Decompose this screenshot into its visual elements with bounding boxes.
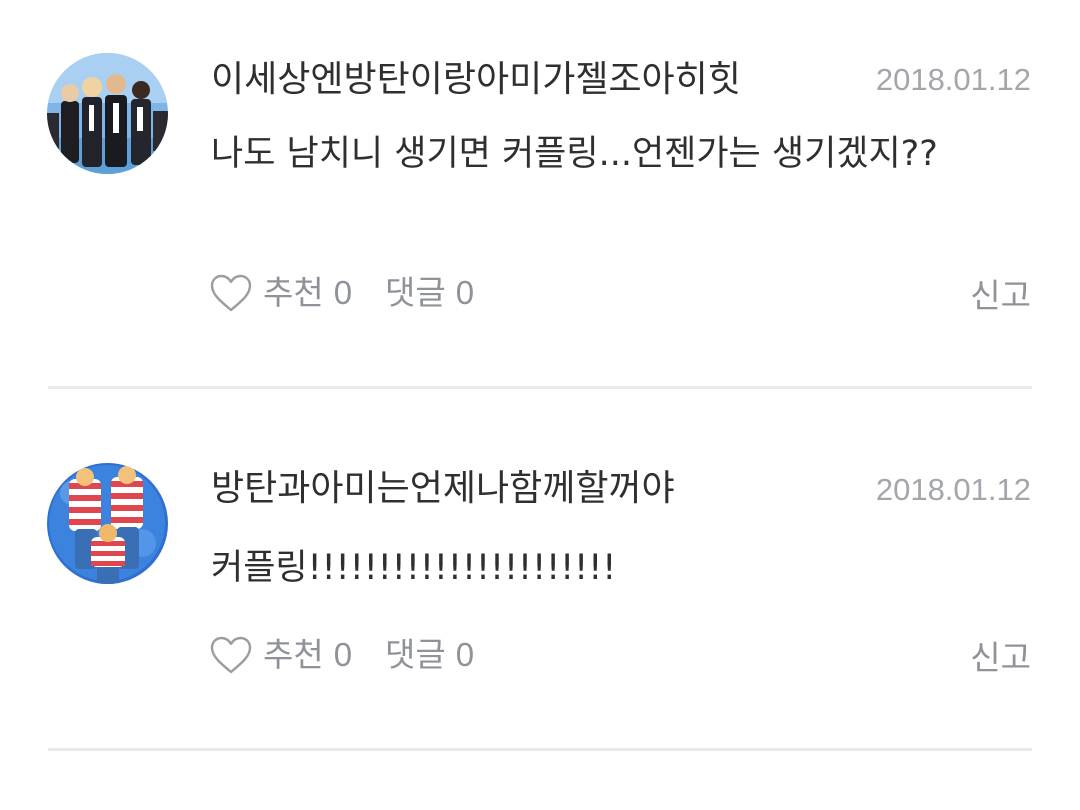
reply-count: 0 bbox=[455, 636, 475, 673]
heart-outline-icon bbox=[210, 636, 252, 674]
like-button[interactable]: 추천 0 bbox=[209, 268, 352, 318]
comment-date: 2018.01.12 bbox=[875, 472, 1031, 507]
divider bbox=[48, 386, 1032, 389]
like-label: 추천 bbox=[263, 635, 324, 674]
avatar[interactable] bbox=[47, 463, 168, 584]
comment-date: 2018.01.12 bbox=[875, 62, 1031, 97]
comment-actions: 추천 0 댓글 0 신고 bbox=[209, 630, 1031, 680]
like-count: 0 bbox=[333, 636, 353, 673]
reply-count: 0 bbox=[455, 274, 475, 311]
comment-username[interactable]: 방탄과아미는언제나함께할꺼야 bbox=[211, 467, 675, 511]
reply-button[interactable]: 댓글 0 bbox=[385, 268, 474, 318]
reply-label: 댓글 bbox=[385, 635, 446, 674]
reply-label: 댓글 bbox=[385, 273, 446, 312]
avatar-image bbox=[47, 53, 168, 174]
like-button[interactable]: 추천 0 bbox=[209, 630, 352, 680]
like-label: 추천 bbox=[263, 273, 324, 312]
comment-text: 나도 남치니 생기면 커플링...언젠가는 생기겠지?? bbox=[211, 134, 938, 174]
reply-button[interactable]: 댓글 0 bbox=[385, 630, 474, 680]
comment-item: 방탄과아미는언제나함께할꺼야 2018.01.12 커플링!!!!!!!!!!!… bbox=[0, 390, 1080, 752]
report-button[interactable]: 신고 bbox=[970, 630, 1031, 680]
heart-outline-icon bbox=[210, 274, 252, 312]
report-button[interactable]: 신고 bbox=[970, 268, 1031, 318]
comment-item: 이세상엔방탄이랑아미가젤조아히힛 2018.01.12 나도 남치니 생기면 커… bbox=[0, 0, 1080, 390]
avatar-image bbox=[47, 463, 168, 584]
comment-text: 커플링!!!!!!!!!!!!!!!!!!!!!! bbox=[211, 548, 617, 588]
comment-actions: 추천 0 댓글 0 신고 bbox=[209, 268, 1031, 318]
like-count: 0 bbox=[333, 274, 353, 311]
comment-username[interactable]: 이세상엔방탄이랑아미가젤조아히힛 bbox=[211, 58, 741, 102]
divider bbox=[48, 748, 1032, 751]
avatar[interactable] bbox=[47, 53, 168, 174]
